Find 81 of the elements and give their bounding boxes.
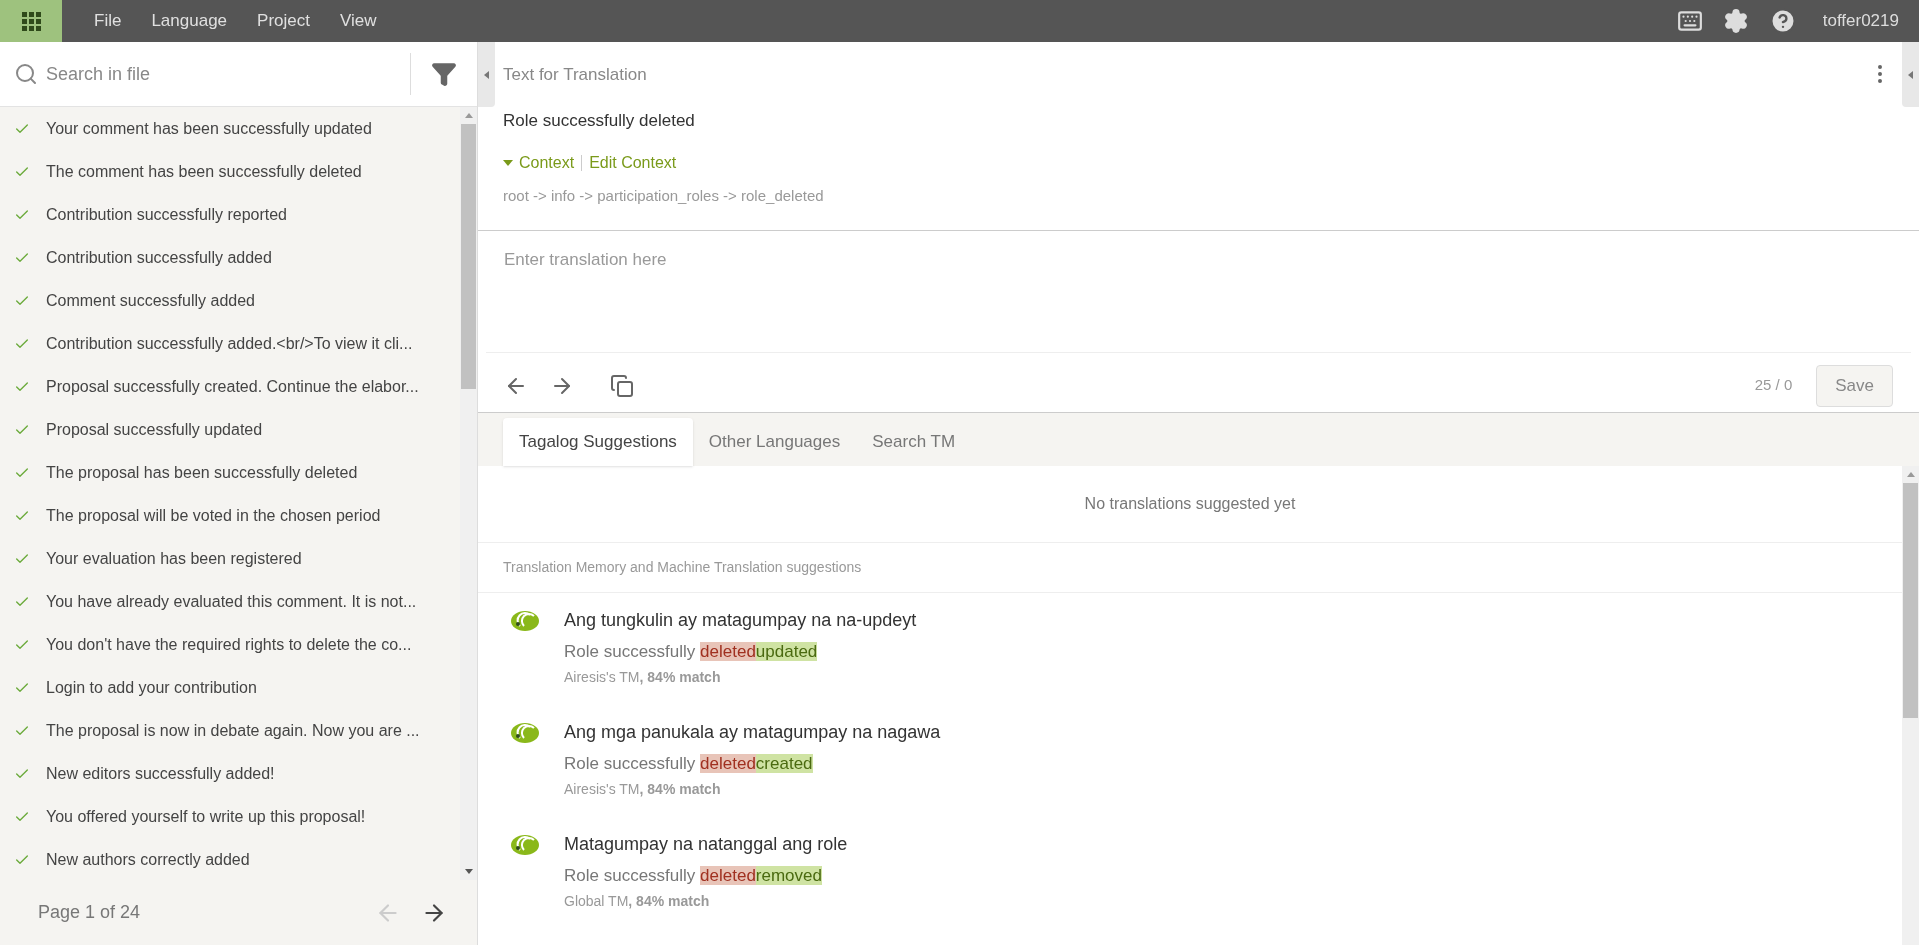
collapse-icon	[1908, 70, 1913, 79]
suggestion-source: Role successfully deletedupdated	[564, 640, 819, 663]
string-list-item[interactable]: Comment successfully added	[0, 279, 460, 322]
scrollbar[interactable]	[1902, 465, 1919, 945]
string-list-item[interactable]: New editors successfully added!	[0, 752, 460, 795]
tm-logo-icon	[510, 833, 540, 856]
string-list-item[interactable]: Your comment has been successfully updated	[0, 107, 460, 150]
suggestion-translation[interactable]: Matagumpay na natanggal ang role	[564, 830, 848, 858]
string-text: The comment has been successfully deleted	[46, 161, 362, 182]
string-text: Login to add your contribution	[46, 677, 257, 698]
string-text: Proposal successfully updated	[46, 419, 263, 440]
string-text: Contribution successfully added	[46, 247, 272, 268]
string-text: Comment successfully added	[46, 290, 255, 311]
menu-item[interactable]: View	[325, 8, 391, 34]
search-field[interactable]: Search in file	[0, 42, 410, 106]
tm-heading: Translation Memory and Machine Translation suggestions	[478, 542, 1902, 593]
string-list-item[interactable]: The proposal is now in debate again. Now you are ...	[0, 709, 460, 752]
filter-icon[interactable]	[431, 61, 457, 87]
source-heading: Text for Translation	[503, 64, 648, 86]
string-text: Your comment has been successfully updated	[46, 118, 372, 139]
suggestion-source: Role successfully deletedremoved	[564, 864, 823, 887]
string-text: Your evaluation has been registered	[46, 548, 302, 569]
suggestion-translation[interactable]: Ang tungkulin ay matagumpay na na-updeyt	[564, 606, 917, 634]
suggestion-tab[interactable]: Search TM	[856, 417, 972, 466]
collapse-handle[interactable]	[1902, 42, 1919, 107]
string-text: New authors correctly added	[46, 849, 250, 870]
suggestion-source: Role successfully deletedcreated	[564, 752, 814, 775]
context-path: root -> info -> participation_roles -> role_deleted	[503, 186, 825, 206]
scroll-down-icon[interactable]	[464, 869, 473, 874]
tm-logo-icon	[510, 721, 540, 744]
string-text: You offered yourself to write up this proposal!	[46, 806, 366, 827]
string-list-item[interactable]: Contribution successfully added.<br/>To view it cli...	[0, 322, 460, 365]
copy-source-icon[interactable]	[610, 373, 634, 398]
menu-item[interactable]: Project	[243, 8, 324, 34]
string-list-item[interactable]: You offered yourself to write up this proposal!	[0, 795, 460, 838]
string-list-item[interactable]: New authors correctly added	[0, 838, 460, 880]
empty-message: No translations suggested yet	[478, 465, 1902, 543]
string-list-item[interactable]: Your evaluation has been registered	[0, 537, 460, 580]
menu-item[interactable]: Language	[137, 8, 242, 34]
string-list-item[interactable]: The proposal has been successfully deleted	[0, 451, 460, 494]
string-text: The proposal will be voted in the chosen period	[46, 505, 381, 526]
menu-item[interactable]: File	[80, 8, 136, 34]
settings-icon[interactable]	[1722, 8, 1749, 34]
scroll-thumb[interactable]	[461, 124, 476, 389]
string-list-item[interactable]: Contribution successfully added	[0, 236, 460, 279]
user-menu[interactable]: toffer0219	[1822, 8, 1899, 34]
string-text: Contribution successfully reported	[46, 204, 287, 225]
string-text: Proposal successfully created. Continue the elabor...	[46, 376, 419, 397]
string-list-item[interactable]: Proposal successfully updated	[0, 408, 460, 451]
string-list-item[interactable]: The proposal will be voted in the chosen period	[0, 494, 460, 537]
suggestion-tab[interactable]: Other Languages	[692, 417, 857, 466]
source-text: Role successfully deleted	[503, 109, 696, 132]
apps-grid-icon	[21, 11, 41, 31]
tm-logo-icon	[510, 609, 540, 632]
string-list-item[interactable]: You don't have the required rights to delete the co...	[0, 623, 460, 666]
scroll-thumb[interactable]	[1903, 482, 1918, 718]
string-text: New editors successfully added!	[46, 763, 275, 784]
string-text: Contribution successfully added.<br/>To view it cli...	[46, 333, 413, 354]
suggestion-translation[interactable]: Ang mga panukala ay matagumpay na nagawa	[564, 718, 941, 746]
string-text: You have already evaluated this comment. It is not...	[46, 591, 417, 612]
string-text: The proposal is now in debate again. Now you are ...	[46, 720, 420, 741]
string-list-item[interactable]: Proposal successfully created. Continue the elabor...	[0, 365, 460, 408]
collapse-handle[interactable]	[478, 42, 495, 107]
string-list-item[interactable]: You have already evaluated this comment. It is not...	[0, 580, 460, 623]
string-text: The proposal has been successfully deleted	[46, 462, 358, 483]
string-list-item[interactable]: The comment has been successfully deleted	[0, 150, 460, 193]
page-indicator: Page 1 of 24	[38, 901, 141, 924]
string-list-item[interactable]: Login to add your contribution	[0, 666, 460, 709]
search-icon	[14, 62, 38, 86]
suggestion-origin: Airesis's TM, 84% match	[564, 668, 722, 687]
translation-field[interactable]: Enter translation here	[486, 230, 1911, 353]
suggestion-origin: Global TM, 84% match	[564, 892, 711, 911]
character-counter: 25 / 0	[1754, 375, 1793, 396]
string-list-item[interactable]: Contribution successfully reported	[0, 193, 460, 236]
string-text: You don't have the required rights to delete the co...	[46, 634, 412, 655]
keyboard-icon[interactable]	[1676, 8, 1703, 34]
scrollbar[interactable]	[460, 107, 477, 880]
apps-button[interactable]	[0, 0, 62, 42]
suggestion-origin: Airesis's TM, 84% match	[564, 780, 722, 799]
suggestion-tab[interactable]: Tagalog Suggestions	[503, 417, 693, 466]
collapse-icon	[484, 70, 489, 79]
